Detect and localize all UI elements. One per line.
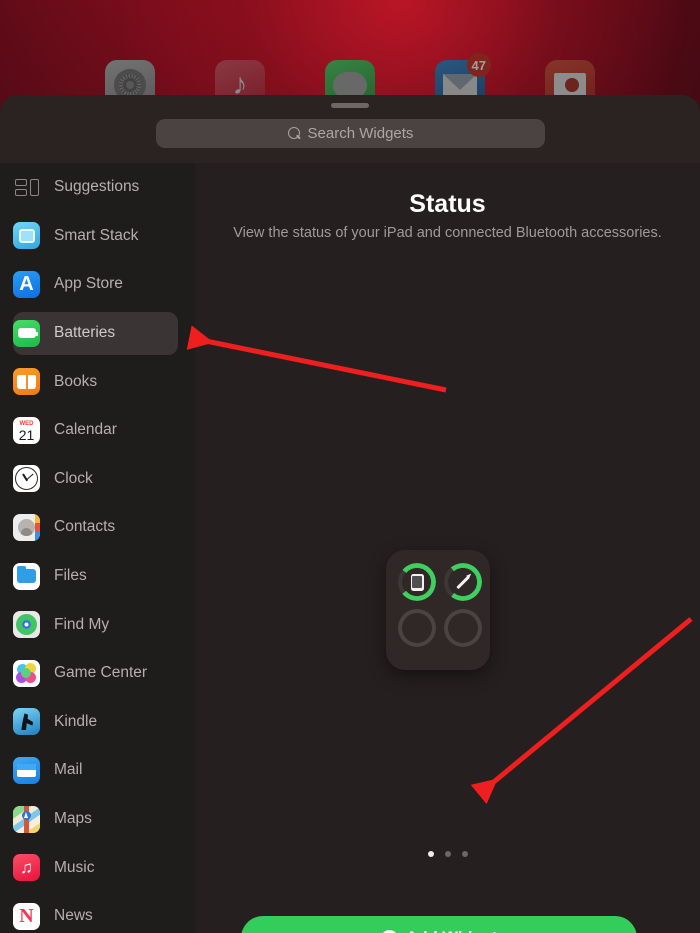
sidebar-label: News <box>54 907 93 925</box>
files-icon <box>13 562 40 590</box>
sidebar-label: Find My <box>54 615 110 633</box>
sidebar-item-contacts[interactable]: Contacts <box>0 503 195 552</box>
sidebar-item-batteries[interactable]: Batteries <box>0 309 195 358</box>
page-dot[interactable] <box>444 851 451 857</box>
widget-detail-pane: Status View the status of your iPad and … <box>195 163 700 933</box>
sidebar-item-books[interactable]: Books <box>0 357 195 406</box>
sidebar-item-kindle[interactable]: Kindle <box>0 698 195 747</box>
news-icon: N <box>13 902 40 930</box>
add-widget-button[interactable]: Add Widget <box>241 916 637 933</box>
sidebar-item-files[interactable]: Files <box>0 552 195 601</box>
page-dot[interactable] <box>461 851 468 857</box>
sidebar-item-clock[interactable]: Clock <box>0 455 195 504</box>
calendar-day: 21 <box>18 426 35 443</box>
find-my-icon <box>13 611 40 639</box>
batteries-widget-preview[interactable] <box>386 550 490 670</box>
calendar-icon: WED 21 <box>13 416 40 444</box>
game-center-icon <box>13 659 40 687</box>
widget-page-dots[interactable] <box>195 851 700 857</box>
battery-ring-pencil <box>444 563 482 601</box>
search-placeholder: Search Widgets <box>307 125 414 142</box>
sidebar-item-game-center[interactable]: Game Center <box>0 649 195 698</box>
sidebar-item-news[interactable]: N News <box>0 892 195 933</box>
kindle-icon <box>13 708 40 736</box>
sidebar-label: App Store <box>54 275 123 293</box>
clock-icon <box>13 465 40 493</box>
sidebar-item-music[interactable]: ♫ Music <box>0 843 195 892</box>
sidebar-label: Mail <box>54 761 83 779</box>
sidebar-label: Batteries <box>54 324 116 342</box>
app-store-icon: A <box>13 270 40 298</box>
sidebar-label: Suggestions <box>54 178 140 196</box>
mail-badge-count: 47 <box>466 53 491 77</box>
widget-picker-sheet: Search Widgets Suggestions Smart Stack A… <box>0 95 700 933</box>
sidebar-item-maps[interactable]: Maps <box>0 795 195 844</box>
search-widgets-field[interactable]: Search Widgets <box>156 119 545 148</box>
sidebar-label: Calendar <box>54 421 117 439</box>
smart-stack-icon <box>13 222 40 250</box>
sidebar-label: Clock <box>54 469 93 487</box>
add-widget-label: Add Widget <box>406 929 498 933</box>
sidebar-label: Maps <box>54 810 92 828</box>
contacts-icon <box>13 513 40 541</box>
sidebar-label: Files <box>54 567 87 585</box>
search-icon <box>287 127 301 140</box>
sidebar-label: Contacts <box>54 518 116 536</box>
battery-ring-empty-1 <box>398 609 436 647</box>
battery-ring-empty-2 <box>444 609 482 647</box>
maps-icon <box>13 805 40 833</box>
sidebar-label: Music <box>54 858 95 876</box>
suggestions-grid-icon <box>13 174 40 201</box>
books-icon <box>13 368 40 396</box>
sidebar-label: Game Center <box>54 664 148 682</box>
sidebar-item-app-store[interactable]: A App Store <box>0 260 195 309</box>
sidebar-item-find-my[interactable]: Find My <box>0 600 195 649</box>
sidebar-item-suggestions[interactable]: Suggestions <box>0 163 195 212</box>
mail-icon <box>13 756 40 784</box>
sidebar-label: Smart Stack <box>54 226 139 244</box>
sidebar-label: Books <box>54 372 98 390</box>
music-icon: ♫ <box>13 854 40 882</box>
ipad-icon <box>410 573 424 591</box>
batteries-icon <box>13 319 40 347</box>
widget-source-sidebar[interactable]: Suggestions Smart Stack A App Store Batt… <box>0 163 195 933</box>
sidebar-item-calendar[interactable]: WED 21 Calendar <box>0 406 195 455</box>
page-dot[interactable] <box>427 851 434 857</box>
page-title: Status <box>409 190 486 218</box>
sidebar-item-smart-stack[interactable]: Smart Stack <box>0 212 195 261</box>
sidebar-item-mail[interactable]: Mail <box>0 746 195 795</box>
plus-circle-icon <box>380 929 398 933</box>
sidebar-label: Kindle <box>54 712 98 730</box>
sheet-drag-handle[interactable] <box>331 103 369 108</box>
page-description: View the status of your iPad and connect… <box>233 225 662 241</box>
battery-ring-ipad <box>398 563 436 601</box>
